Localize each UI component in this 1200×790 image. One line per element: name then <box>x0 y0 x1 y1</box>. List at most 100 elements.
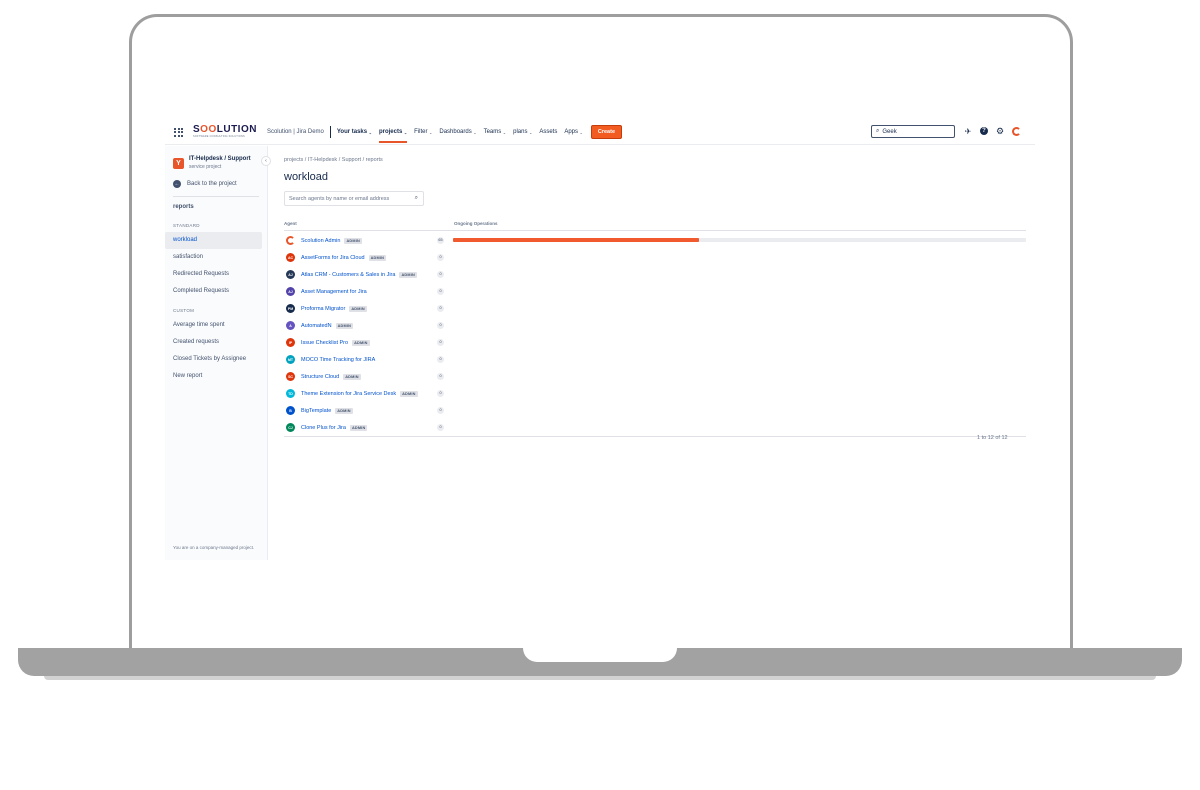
chevron-down-icon: ⌄ <box>579 129 583 135</box>
sidebar-item-closed-tickets-by-assignee[interactable]: Closed Tickets by Assignee <box>165 351 267 368</box>
nav-item-teams[interactable]: Teams ⌄ <box>484 129 507 135</box>
table-row: Scolution Admin ADMIN 65 <box>284 232 1026 249</box>
nav-item-label: Assets <box>539 129 558 135</box>
nav-item-dashboards[interactable]: Dashboards ⌄ <box>439 129 476 135</box>
admin-badge: ADMIN <box>400 390 418 397</box>
agent-search-input[interactable]: Search agents by name or email address ⌕ <box>284 191 424 206</box>
chevron-down-icon: ⌄ <box>528 129 533 135</box>
table-row: B BigTemplate ADMIN 0 <box>284 402 1026 419</box>
agent-name-link[interactable]: Scolution Admin <box>301 238 340 244</box>
nav-item-label: Dashboards <box>439 129 472 135</box>
agent-name-link[interactable]: Atlas CRM - Customers & Sales in Jira <box>301 272 395 278</box>
top-icons: ✈ ? ⚙ <box>962 125 1025 137</box>
operations-count-badge: 0 <box>437 288 444 295</box>
operations-count-badge: 0 <box>437 407 444 414</box>
sidebar-footer: You are on a company-managed project. <box>173 545 255 550</box>
admin-badge: ADMIN <box>344 237 362 244</box>
notifications-megaphone-icon[interactable]: ✈ <box>962 125 974 137</box>
agent-name-link[interactable]: BigTemplate <box>301 408 331 414</box>
nav-item-assets[interactable]: Assets <box>539 129 557 135</box>
arrow-left-icon: ← <box>173 180 181 188</box>
jira-app: SOOLUTION SOFTWARE CONSULTING SOLUTIONS … <box>165 120 1035 560</box>
agent-avatar: AJ <box>286 287 295 296</box>
project-avatar-icon: Y <box>173 158 184 169</box>
help-icon[interactable]: ? <box>980 127 988 135</box>
create-button[interactable]: Create <box>590 125 623 139</box>
agent-avatar: AC <box>286 253 295 262</box>
operations-count-badge: 0 <box>437 373 444 380</box>
sidebar-item-redirected-requests[interactable]: Redirected Requests <box>165 266 267 283</box>
pagination-summary: 1 to 12 of 12 <box>977 435 1008 441</box>
laptop-base-shadow <box>44 676 1156 680</box>
agent-name-link[interactable]: Asset Management for Jira <box>301 289 367 295</box>
nav-item-filter[interactable]: Filter ⌄ <box>414 129 432 135</box>
agent-avatar: SC <box>286 372 295 381</box>
settings-gear-icon[interactable]: ⚙ <box>994 125 1006 137</box>
workload-bar-track <box>453 238 1026 242</box>
agent-name-link[interactable]: Issue Checklist Pro <box>301 340 348 346</box>
admin-badge: ADMIN <box>349 424 368 431</box>
agent-name-link[interactable]: Clone Plus for Jira <box>301 425 346 431</box>
nav-item-apps[interactable]: Apps ⌄ <box>564 129 583 135</box>
chevron-down-icon: ⌄ <box>403 129 408 135</box>
profile-avatar-icon[interactable] <box>1012 126 1021 136</box>
nav-menu: Your tasks ⌄ projects ⌄ Filter ⌄ Dashboards ⌄ Te… <box>337 129 590 143</box>
sidebar-item-workload[interactable]: workload <box>165 232 262 249</box>
back-to-project-link[interactable]: ← Back to the project <box>165 170 267 188</box>
scolution-logo[interactable]: SOOLUTION SOFTWARE CONSULTING SOLUTIONS <box>193 125 257 139</box>
agent-avatar: AJ <box>286 270 295 279</box>
agent-avatar: PM <box>286 304 295 313</box>
app-switcher-icon[interactable] <box>174 127 183 137</box>
search-input[interactable]: ⌕ Geek <box>871 125 955 138</box>
nav-item-plans[interactable]: plans ⌄ <box>513 129 532 135</box>
sidebar-item-completed-requests[interactable]: Completed Requests <box>165 283 267 300</box>
agent-name-link[interactable]: MOCO Time Tracking for JIRA <box>301 357 375 363</box>
table-footer-line <box>284 436 1026 437</box>
nav-item-projects[interactable]: projects ⌄ <box>378 129 408 143</box>
top-navigation: SOOLUTION SOFTWARE CONSULTING SOLUTIONS … <box>165 120 1035 145</box>
page-title: workload <box>284 171 329 183</box>
operations-count-badge: 0 <box>437 356 444 363</box>
nav-item-label: Apps <box>564 129 579 135</box>
nav-item-label: Your tasks <box>336 129 368 135</box>
agent-name-link[interactable]: AssetForms for Jira Cloud <box>301 255 365 261</box>
operations-count-badge: 0 <box>437 390 444 397</box>
agent-name-link[interactable]: Structure Cloud <box>301 374 339 380</box>
agent-name-link[interactable]: AutomatedN <box>301 323 332 329</box>
nav-item-label: projects <box>378 129 403 135</box>
site-name[interactable]: Scolution | Jira Demo <box>267 129 324 135</box>
project-type: service project <box>189 164 222 170</box>
admin-badge: ADMIN <box>335 407 353 414</box>
table-row: MT MOCO Time Tracking for JIRA 0 <box>284 351 1026 368</box>
admin-badge: ADMIN <box>368 254 387 261</box>
nav-item-label: Teams <box>483 129 502 135</box>
agent-name-link[interactable]: Theme Extension for Jira Service Desk <box>301 391 396 397</box>
sidebar-item-new-report[interactable]: New report <box>165 368 267 385</box>
collapse-sidebar-icon[interactable]: ‹ <box>261 156 271 166</box>
column-header-agent[interactable]: Agent <box>284 221 297 226</box>
nav-item-your-tasks[interactable]: Your tasks ⌄ <box>337 129 372 135</box>
admin-badge: ADMIN <box>343 373 361 380</box>
agent-avatar: MT <box>286 355 295 364</box>
main-content: projects / IT-Helpdesk / Support / repor… <box>284 146 1029 560</box>
agent-avatar: B <box>286 406 295 415</box>
column-header-ongoing-operations[interactable]: Ongoing Operations <box>454 221 498 226</box>
sidebar-item-created-requests[interactable]: Created requests <box>165 334 267 351</box>
agent-name-link[interactable]: Proforma Migrator <box>301 306 345 312</box>
table-row: A AutomatedN ADMIN 0 <box>284 317 1026 334</box>
table-row: AJ Atlas CRM - Customers & Sales in Jira A… <box>284 266 1026 283</box>
sidebar-item-average-time-spent[interactable]: Average time spent <box>165 317 267 334</box>
agent-table: Scolution Admin ADMIN 65 AC AssetForms for J… <box>284 232 1026 436</box>
project-header[interactable]: Y IT-Helpdesk / Support service project <box>165 146 267 170</box>
operations-count-badge: 0 <box>437 322 444 329</box>
sidebar-item-satisfaction[interactable]: satisfaction <box>165 249 267 266</box>
sidebar: Y IT-Helpdesk / Support service project … <box>165 146 271 560</box>
chevron-down-icon: ⌄ <box>429 129 433 135</box>
chevron-down-icon: ⌄ <box>502 129 507 135</box>
agent-avatar: IP <box>286 338 295 347</box>
table-row: SC Structure Cloud ADMIN 0 <box>284 368 1026 385</box>
agent-avatar: CJ <box>286 423 295 432</box>
table-row: CJ Clone Plus for Jira ADMIN 0 <box>284 419 1026 436</box>
breadcrumb[interactable]: projects / IT-Helpdesk / Support / repor… <box>284 157 383 163</box>
laptop-notch <box>523 648 677 662</box>
